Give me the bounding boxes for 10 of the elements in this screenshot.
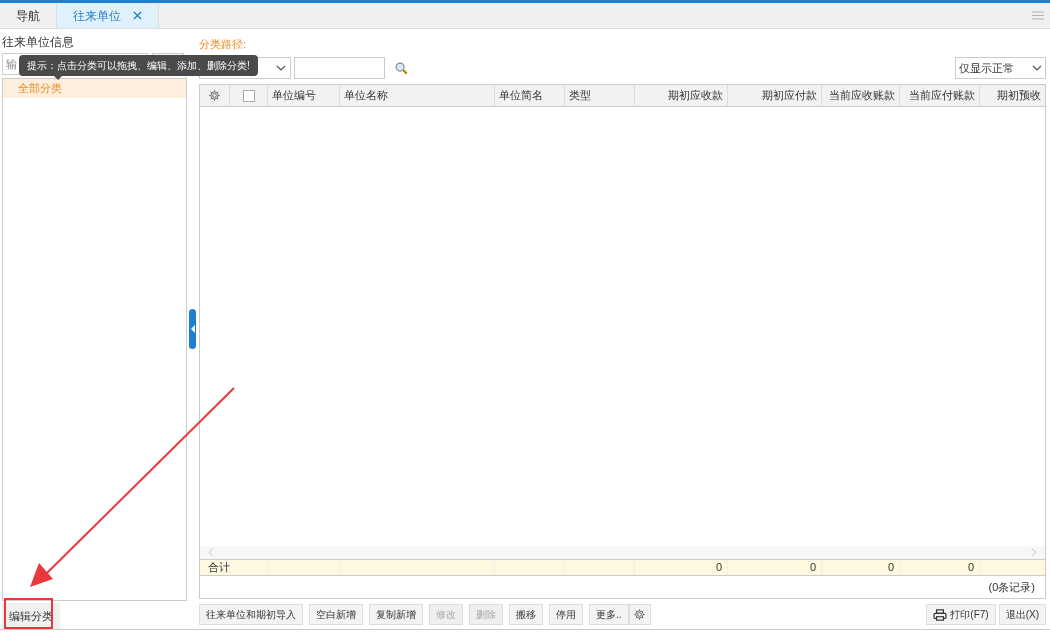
tab-label: 导航	[16, 7, 40, 25]
category-path-label: 分类路径:	[199, 37, 248, 51]
total-cell-text: 0	[967, 560, 974, 576]
record-count: (0条记录)	[988, 579, 1035, 595]
total-cell-text: 0	[715, 560, 722, 576]
totals-label: 合计	[208, 560, 230, 576]
panel-title: 往来单位信息	[2, 34, 75, 51]
tab-label: 往来单位	[73, 7, 121, 25]
total-cell-text: 0	[809, 560, 816, 576]
total-cell-text: 0	[887, 560, 894, 576]
